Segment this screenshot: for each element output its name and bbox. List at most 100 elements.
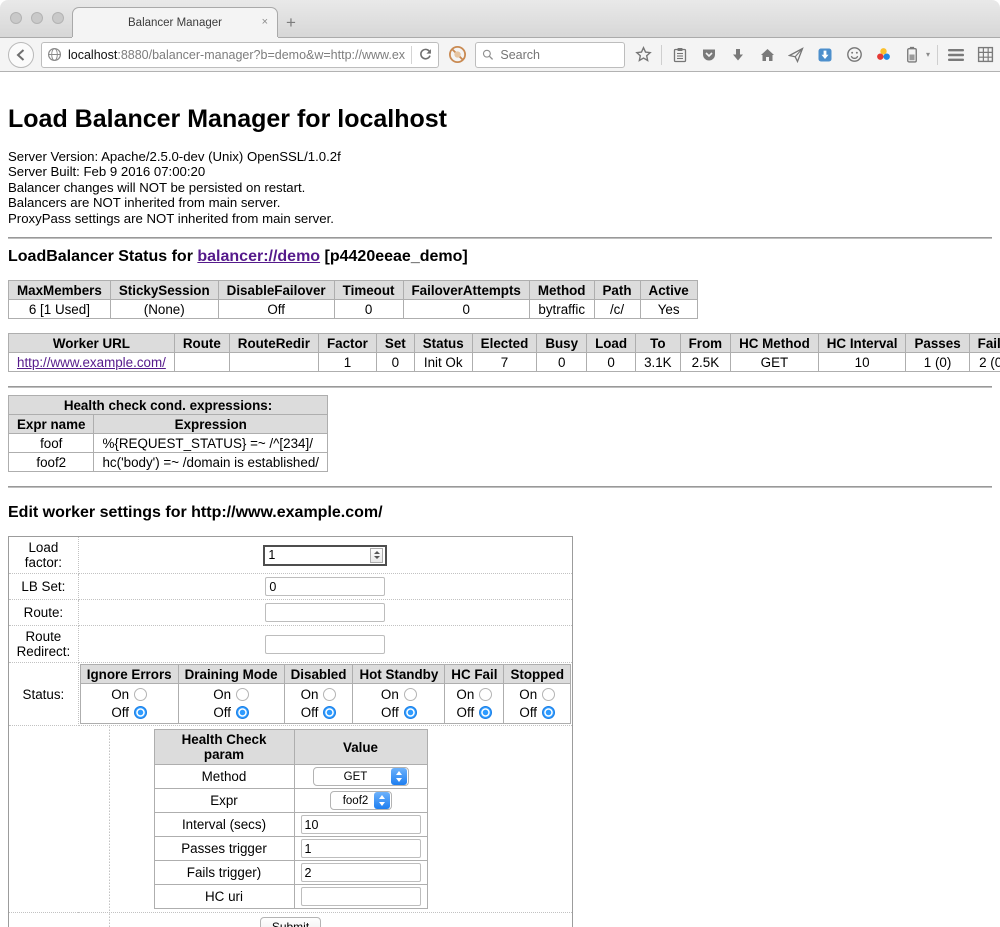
close-window-button[interactable]: [10, 12, 22, 24]
hot-standby-on-radio[interactable]: [404, 688, 417, 701]
search-box[interactable]: [475, 42, 625, 68]
health-check-table: Health Check param Value Method GET Expr: [154, 729, 428, 909]
table-cell: 2 (0): [969, 353, 1000, 372]
reading-list-button[interactable]: [669, 43, 691, 67]
hc-method-row: Method GET: [154, 765, 427, 789]
route-redirect-label: Route Redirect:: [9, 626, 79, 663]
fails-input[interactable]: [301, 863, 421, 882]
hc-fails-row: Fails trigger): [154, 861, 427, 885]
status-label: Status:: [9, 663, 79, 726]
hc-uri-input[interactable]: [301, 887, 421, 906]
send-tab-button[interactable]: [785, 43, 807, 67]
form-row: Route:: [9, 600, 573, 626]
colors-button[interactable]: [872, 43, 894, 67]
pocket-button[interactable]: [698, 43, 720, 67]
balancer-status-table: MaxMembers StickySession DisableFailover…: [8, 280, 698, 319]
stopped-cell: On Off: [504, 684, 571, 724]
draining-mode-off-radio[interactable]: [236, 706, 249, 719]
server-version-line: Server Version: Apache/2.5.0-dev (Unix) …: [8, 149, 992, 164]
table-row: 6 [1 Used] (None) Off 0 0 bytraffic /c/ …: [9, 300, 698, 319]
table-cell: 1 (0): [906, 353, 969, 372]
divider: [8, 486, 992, 488]
passes-input[interactable]: [301, 839, 421, 858]
navigation-toolbar: localhost:8880/balancer-manager?b=demo&w…: [0, 37, 1000, 72]
minimize-window-button[interactable]: [31, 12, 43, 24]
column-header: Ignore Errors: [80, 665, 178, 684]
downloads-button[interactable]: [727, 43, 749, 67]
battery-icon: [905, 46, 919, 63]
reload-icon[interactable]: [418, 47, 433, 62]
back-button[interactable]: [8, 42, 34, 68]
lb-set-input[interactable]: [265, 577, 385, 596]
interval-input[interactable]: [301, 815, 421, 834]
bookmark-star-button[interactable]: [632, 43, 654, 67]
column-header: To: [636, 334, 681, 353]
column-header: HC Interval: [818, 334, 906, 353]
off-label: Off: [213, 704, 231, 722]
expr-select[interactable]: foof2: [330, 791, 392, 810]
number-stepper[interactable]: [370, 548, 383, 563]
url-bar[interactable]: localhost:8880/balancer-manager?b=demo&w…: [41, 42, 439, 68]
worker-url-link[interactable]: http://www.example.com/: [17, 355, 166, 370]
hc-passes-row: Passes trigger: [154, 837, 427, 861]
menu-button[interactable]: [945, 43, 967, 67]
ignore-errors-off-radio[interactable]: [134, 706, 147, 719]
send-icon: [788, 47, 804, 63]
fails-cell: [294, 861, 427, 885]
server-info: Server Version: Apache/2.5.0-dev (Unix) …: [8, 149, 992, 226]
tab-groups-button[interactable]: [974, 43, 996, 67]
submit-button[interactable]: Submit: [260, 917, 321, 927]
colors-icon: [875, 46, 892, 63]
status-table: Ignore Errors Draining Mode Disabled Hot…: [80, 664, 571, 724]
worker-row: http://www.example.com/ 1 0 Init Ok 7 0 …: [9, 353, 1000, 372]
pocket-icon: [701, 47, 717, 63]
new-tab-button[interactable]: +: [286, 13, 296, 33]
home-button[interactable]: [756, 43, 778, 67]
content-block-button[interactable]: [446, 43, 468, 67]
dropdown-caret-icon[interactable]: ▾: [926, 50, 930, 59]
page-title: Load Balancer Manager for localhost: [8, 105, 992, 134]
disabled-off-radio[interactable]: [323, 706, 336, 719]
ignore-errors-on-radio[interactable]: [134, 688, 147, 701]
page-content: Load Balancer Manager for localhost Serv…: [0, 105, 1000, 927]
hot-standby-off-radio[interactable]: [404, 706, 417, 719]
form-row: LB Set:: [9, 574, 573, 600]
stopped-on-radio[interactable]: [542, 688, 555, 701]
balancer-link[interactable]: balancer://demo: [197, 248, 320, 265]
divider: [8, 237, 992, 239]
method-select[interactable]: GET: [313, 767, 409, 786]
route-input[interactable]: [265, 603, 385, 622]
submit-cell: Submit: [9, 913, 573, 927]
table-cell: 6 [1 Used]: [9, 300, 111, 319]
addon-download-button[interactable]: [814, 43, 836, 67]
table-cell: GET: [731, 353, 819, 372]
route-redirect-input[interactable]: [265, 635, 385, 654]
browser-tab[interactable]: Balancer Manager ×: [72, 7, 278, 37]
toolbar-separator: [937, 45, 938, 65]
form-row: Load factor:: [9, 537, 573, 574]
tab-notch: [72, 37, 278, 38]
draining-mode-on-radio[interactable]: [236, 688, 249, 701]
column-header: Expr name: [9, 415, 94, 434]
load-factor-input[interactable]: [265, 548, 370, 562]
hc-fail-on-radio[interactable]: [479, 688, 492, 701]
tab-close-icon[interactable]: ×: [262, 16, 268, 28]
table-cell: Init Ok: [414, 353, 472, 372]
heading-text: LoadBalancer Status for: [8, 248, 197, 265]
table-cell: (None): [110, 300, 218, 319]
hc-fail-off-radio[interactable]: [479, 706, 492, 719]
on-label: On: [111, 686, 129, 704]
disabled-on-radio[interactable]: [323, 688, 336, 701]
method-select-value: GET: [322, 771, 390, 783]
column-header: DisableFailover: [218, 281, 334, 300]
search-input[interactable]: [498, 47, 618, 63]
battery-button[interactable]: [901, 43, 923, 67]
forum-button[interactable]: [843, 43, 865, 67]
stopped-off-radio[interactable]: [542, 706, 555, 719]
route-redirect-cell: [78, 626, 572, 663]
table-header-row: Expr name Expression: [9, 415, 328, 434]
draining-mode-cell: On Off: [178, 684, 284, 724]
column-header: MaxMembers: [9, 281, 111, 300]
on-label: On: [519, 686, 537, 704]
zoom-window-button[interactable]: [52, 12, 64, 24]
